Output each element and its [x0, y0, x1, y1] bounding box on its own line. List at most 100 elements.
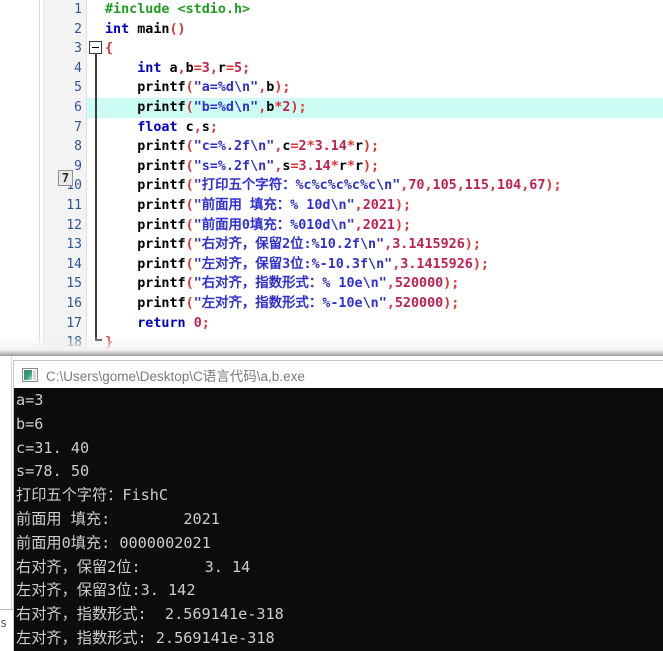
console-title-bar[interactable]: C:\Users\gome\Desktop\C语言代码\a,b.exe [14, 361, 663, 388]
console-title-text: C:\Users\gome\Desktop\C语言代码\a,b.exe [46, 368, 305, 384]
code-token-fn: printf [105, 139, 186, 155]
code-text: #include <stdio.h> [105, 0, 250, 20]
code-token-str: "右对齐，指数形式：% 10e\n" [193, 276, 387, 292]
code-token-punc: ); [394, 217, 412, 233]
code-token-punc: , [488, 178, 498, 194]
console-window[interactable]: C:\Users\gome\Desktop\C语言代码\a,b.exe a=3 … [14, 361, 663, 651]
code-text: printf("前面用0填充：%010d\n",2021); [105, 216, 411, 236]
code-token-punc: ( [185, 178, 194, 194]
code-line[interactable]: 8 printf("c=%.2f\n",c=2*3.14*r); [0, 137, 663, 157]
code-token-punc: ( [185, 197, 194, 213]
code-line[interactable]: 15 printf("右对齐，指数形式：% 10e\n",520000); [0, 274, 663, 294]
line-number: 6 [74, 99, 82, 115]
code-editor[interactable]: 1 #include <stdio.h> 2 int main() 3 {4 int a,… [0, 0, 663, 356]
code-token-num: 105 [432, 178, 457, 194]
editor-background-strip-divider [0, 609, 14, 610]
code-token-punc: , [209, 60, 218, 76]
line-number: 15 [66, 276, 82, 292]
code-line[interactable]: 13 printf("右对齐，保留2位:%10.2f\n",3.1415926)… [0, 235, 663, 255]
code-text: float c,s; [105, 118, 218, 138]
line-number: 12 [66, 217, 82, 233]
code-token-num: 0 [193, 315, 202, 331]
code-token-id: r [217, 60, 226, 76]
code-line[interactable]: 1 #include <stdio.h> [0, 0, 663, 20]
line-number: 1 [74, 2, 82, 17]
code-token-pre: <stdio.h> [177, 2, 251, 17]
code-token-id: b [185, 60, 194, 76]
code-token-fn: printf [105, 197, 186, 213]
code-token-punc: () [169, 21, 186, 37]
code-text: printf("右对齐，指数形式：% 10e\n",520000); [105, 274, 459, 294]
code-token-fn: main [129, 21, 170, 37]
code-token-num: 3.1415926 [392, 237, 465, 253]
code-line[interactable]: 10 printf("打印五个字符：%c%c%c%c%c\n",70,105,1… [0, 176, 663, 196]
code-token-punc: ); [394, 197, 412, 213]
code-token-punc: , [177, 60, 186, 76]
code-token-punc: , [354, 197, 363, 213]
code-token-op: = [225, 60, 234, 76]
code-token-num: 104 [497, 178, 522, 194]
code-token-num: 520000 [394, 295, 444, 311]
code-token-num: 115 [464, 178, 489, 194]
code-text: printf("a=%d\n",b); [105, 78, 290, 98]
code-line[interactable]: 17 return 0; [0, 314, 663, 334]
code-token-op: * [346, 139, 355, 155]
code-token-punc: ( [185, 256, 194, 272]
code-token-str: "打印五个字符：%c%c%c%c%c\n" [193, 178, 401, 194]
code-token-fn: printf [105, 256, 186, 272]
code-token-num: 3.14 [314, 139, 347, 155]
code-token-punc: ); [464, 237, 481, 253]
code-token-id: r [354, 139, 363, 155]
code-line[interactable]: 16 printf("左对齐，指数形式：%-10e\n",520000); [0, 294, 663, 314]
line-10-bookmark-marker[interactable]: 7 [58, 170, 73, 186]
code-token-punc: ( [185, 80, 194, 96]
code-line[interactable]: 11 printf("前面用 填充：% 10d\n",2021); [0, 196, 663, 216]
code-text: printf("左对齐，保留3位:%-10.3f\n",3.1415926); [105, 255, 489, 275]
code-text: printf("左对齐，指数形式：%-10e\n",520000); [105, 294, 459, 314]
console-output-area[interactable]: a=3 b=6 c=31. 40 s=78. 50 打印五个字符：FishC 前… [14, 388, 663, 651]
line-number: 16 [66, 295, 82, 311]
code-line[interactable]: 7 float c,s; [0, 118, 663, 138]
code-text: printf("s=%.2f\n",s=3.14*r*r); [105, 157, 379, 177]
code-line[interactable]: 12 printf("前面用0填充：%010d\n",2021); [0, 216, 663, 236]
console-app-icon [22, 367, 38, 382]
code-token-punc: ; [201, 315, 210, 331]
code-text: { [105, 39, 113, 59]
code-token-punc: , [386, 295, 395, 311]
line-number: 14 [66, 256, 82, 272]
code-token-punc: ); [443, 276, 460, 292]
code-text: return 0; [105, 314, 210, 334]
code-token-punc: ; [242, 60, 251, 76]
code-token-num: 70 [408, 178, 425, 194]
code-token-id: r [354, 158, 363, 174]
code-token-punc: , [193, 119, 202, 135]
code-token-punc: ( [185, 237, 194, 253]
code-line[interactable]: 9 printf("s=%.2f\n",s=3.14*r*r); [0, 157, 663, 177]
code-fold-collapse-icon[interactable] [89, 41, 102, 54]
code-token-punc: ); [274, 80, 291, 96]
code-text: printf("b=%d\n",b*2); [105, 98, 306, 118]
code-token-punc: , [386, 276, 395, 292]
code-token-str: "右对齐，保留2位:%10.2f\n" [193, 237, 385, 253]
editor-background-strip-glyph: s [0, 616, 8, 630]
code-token-num: 2021 [362, 197, 395, 213]
code-token-punc: { [105, 41, 114, 57]
code-token-punc: ; [209, 119, 218, 135]
code-token-punc: ); [363, 158, 380, 174]
code-token-fn: printf [105, 295, 186, 311]
code-token-fn: printf [105, 276, 186, 292]
code-token-punc: ( [185, 139, 194, 155]
code-token-num: 2021 [362, 217, 395, 233]
code-text: printf("c=%.2f\n",c=2*3.14*r); [105, 137, 379, 157]
code-token-num: 5 [234, 60, 243, 76]
code-token-str: "左对齐，保留3位:%-10.3f\n" [193, 256, 393, 272]
code-token-fn: printf [105, 80, 186, 96]
code-line[interactable]: 4 int a,b=3,r=5; [0, 59, 663, 79]
code-line[interactable]: 2 int main() [0, 20, 663, 40]
code-token-str: "a=%d\n" [193, 80, 259, 96]
code-line[interactable]: 14 printf("左对齐，保留3位:%-10.3f\n",3.1415926… [0, 255, 663, 275]
code-line[interactable]: 5 printf("a=%d\n",b); [0, 78, 663, 98]
line-number: 7 [74, 119, 82, 135]
editor-background-strip-line [11, 356, 12, 611]
code-line[interactable]: 6 printf("b=%d\n",b*2); [0, 97, 663, 118]
